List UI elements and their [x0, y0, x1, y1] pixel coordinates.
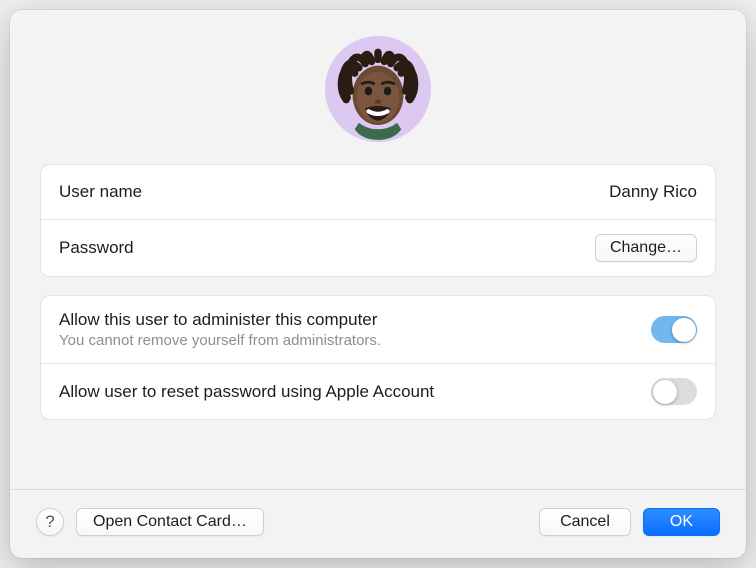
dialog-footer: ? Open Contact Card… Cancel OK: [10, 489, 746, 558]
username-row: User name Danny Rico: [41, 165, 715, 219]
admin-label: Allow this user to administer this compu…: [59, 310, 381, 330]
admin-sublabel: You cannot remove yourself from administ…: [59, 332, 381, 349]
admin-toggle[interactable]: [651, 316, 697, 343]
admin-row: Allow this user to administer this compu…: [41, 296, 715, 363]
cancel-button[interactable]: Cancel: [539, 508, 631, 536]
open-contact-card-button[interactable]: Open Contact Card…: [76, 508, 264, 536]
help-button[interactable]: ?: [36, 508, 64, 536]
permissions-group: Allow this user to administer this compu…: [40, 295, 716, 420]
username-label: User name: [59, 182, 142, 202]
help-icon: ?: [45, 512, 54, 532]
reset-toggle[interactable]: [651, 378, 697, 405]
user-settings-dialog: User name Danny Rico Password Change… Al…: [10, 10, 746, 558]
admin-text: Allow this user to administer this compu…: [59, 310, 381, 349]
avatar[interactable]: [325, 36, 431, 142]
dialog-content: User name Danny Rico Password Change… Al…: [10, 10, 746, 489]
avatar-image: [325, 36, 431, 142]
user-info-group: User name Danny Rico Password Change…: [40, 164, 716, 277]
password-row: Password Change…: [41, 219, 715, 276]
reset-label: Allow user to reset password using Apple…: [59, 382, 434, 402]
ok-button[interactable]: OK: [643, 508, 720, 536]
username-value: Danny Rico: [609, 182, 697, 202]
password-label: Password: [59, 238, 134, 258]
change-password-button[interactable]: Change…: [595, 234, 697, 262]
reset-password-row: Allow user to reset password using Apple…: [41, 363, 715, 419]
toggle-thumb: [653, 380, 677, 404]
toggle-thumb: [672, 318, 696, 342]
